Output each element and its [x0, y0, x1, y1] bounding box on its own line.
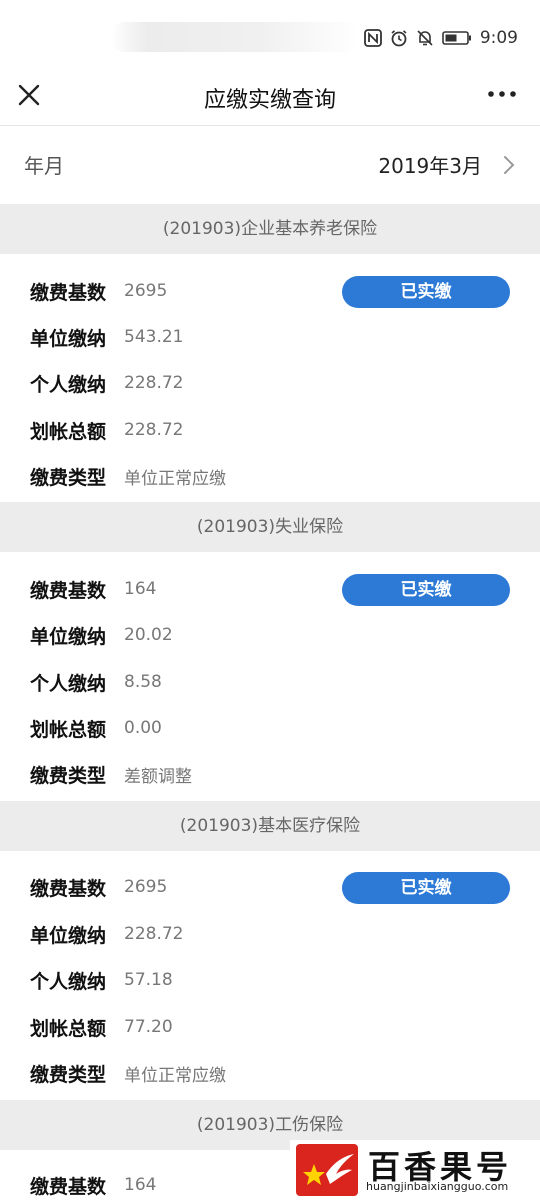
- field-value: 差额调整: [124, 766, 192, 787]
- chevron-right-icon: [504, 156, 515, 174]
- mute-bell-icon: [417, 30, 433, 46]
- battery-icon: [442, 31, 471, 45]
- field-row: 缴费类型 差额调整: [30, 759, 192, 789]
- field-row: 个人缴纳 228.72: [30, 368, 183, 398]
- field-label: 缴费类型: [30, 466, 107, 489]
- section-pension: 缴费基数 2695 已实缴 单位缴纳 543.21 个人缴纳 228.72 划帐…: [0, 254, 540, 500]
- field-row: 个人缴纳 57.18: [30, 965, 173, 995]
- field-value: 228.72: [124, 924, 184, 944]
- field-label: 划帐总额: [30, 1017, 107, 1040]
- watermark: 百香果号 huangjinbaixiangguo.com: [290, 1140, 540, 1200]
- field-value: 164: [124, 1175, 157, 1195]
- paid-status-badge: 已实缴: [342, 574, 510, 606]
- nav-bar: 应缴实缴查询: [0, 66, 540, 126]
- field-label: 缴费类型: [30, 764, 107, 787]
- month-selector[interactable]: 年月 2019年3月: [0, 126, 540, 202]
- alarm-icon: [391, 30, 407, 47]
- field-label: 个人缴纳: [30, 970, 107, 993]
- field-value: 20.02: [124, 625, 173, 645]
- field-value: 8.58: [124, 672, 162, 692]
- field-value: 57.18: [124, 970, 173, 990]
- status-bar: 9:09: [0, 0, 540, 66]
- month-label: 年月: [24, 154, 64, 178]
- field-row: 划帐总额 228.72: [30, 415, 183, 445]
- field-row: 缴费基数 164: [30, 1170, 156, 1200]
- field-value: 164: [124, 579, 157, 599]
- section-unemployment: 缴费基数 164 已实缴 单位缴纳 20.02 个人缴纳 8.58 划帐总额 0…: [0, 552, 540, 798]
- field-row: 单位缴纳 543.21: [30, 322, 183, 352]
- field-label: 划帐总额: [30, 420, 107, 443]
- field-row: 缴费基数 2695: [30, 276, 167, 306]
- field-label: 个人缴纳: [30, 373, 107, 396]
- section-medical: 缴费基数 2695 已实缴 单位缴纳 228.72 个人缴纳 57.18 划帐总…: [0, 851, 540, 1097]
- field-value: 228.72: [124, 373, 184, 393]
- field-value: 2695: [124, 877, 168, 897]
- field-value: 单位正常应缴: [124, 468, 226, 489]
- field-row: 缴费类型 单位正常应缴: [30, 461, 226, 491]
- paid-status-badge: 已实缴: [342, 276, 510, 308]
- field-value: 单位正常应缴: [124, 1065, 226, 1086]
- status-time: 9:09: [479, 28, 518, 48]
- field-row: 个人缴纳 8.58: [30, 667, 162, 697]
- field-label: 个人缴纳: [30, 672, 107, 695]
- section-header-medical: (201903)基本医疗保险: [0, 801, 540, 851]
- field-label: 缴费基数: [30, 579, 107, 602]
- field-value: 77.20: [124, 1017, 173, 1037]
- paid-status-badge: 已实缴: [342, 872, 510, 904]
- field-value: 228.72: [124, 420, 184, 440]
- month-value: 2019年3月: [378, 154, 482, 178]
- field-label: 单位缴纳: [30, 924, 107, 947]
- watermark-url: huangjinbaixiangguo.com: [366, 1180, 509, 1193]
- field-label: 缴费基数: [30, 877, 107, 900]
- field-value: 2695: [124, 281, 168, 301]
- field-value: 0.00: [124, 718, 162, 738]
- section-header-unemployment: (201903)失业保险: [0, 502, 540, 552]
- status-icons: 9:09: [363, 28, 518, 48]
- field-label: 划帐总额: [30, 718, 107, 741]
- field-label: 缴费基数: [30, 281, 107, 304]
- field-row: 缴费基数 2695: [30, 872, 167, 902]
- field-row: 缴费基数 164: [30, 574, 156, 604]
- nfc-icon: [363, 29, 382, 47]
- field-value: 543.21: [124, 327, 184, 347]
- field-label: 单位缴纳: [30, 625, 107, 648]
- field-row: 单位缴纳 228.72: [30, 919, 183, 949]
- field-label: 缴费基数: [30, 1175, 107, 1198]
- field-row: 划帐总额 77.20: [30, 1012, 173, 1042]
- field-row: 划帐总额 0.00: [30, 713, 162, 743]
- field-row: 单位缴纳 20.02: [30, 620, 173, 650]
- more-options-icon[interactable]: [486, 84, 518, 104]
- field-row: 缴费类型 单位正常应缴: [30, 1058, 226, 1088]
- blurred-carrier-info: [110, 22, 360, 52]
- field-label: 单位缴纳: [30, 327, 107, 350]
- watermark-logo: [296, 1144, 358, 1196]
- page-title: 应缴实缴查询: [203, 88, 336, 113]
- field-label: 缴费类型: [30, 1063, 107, 1086]
- section-header-pension: (201903)企业基本养老保险: [0, 204, 540, 254]
- star-wing-icon: [303, 1154, 354, 1185]
